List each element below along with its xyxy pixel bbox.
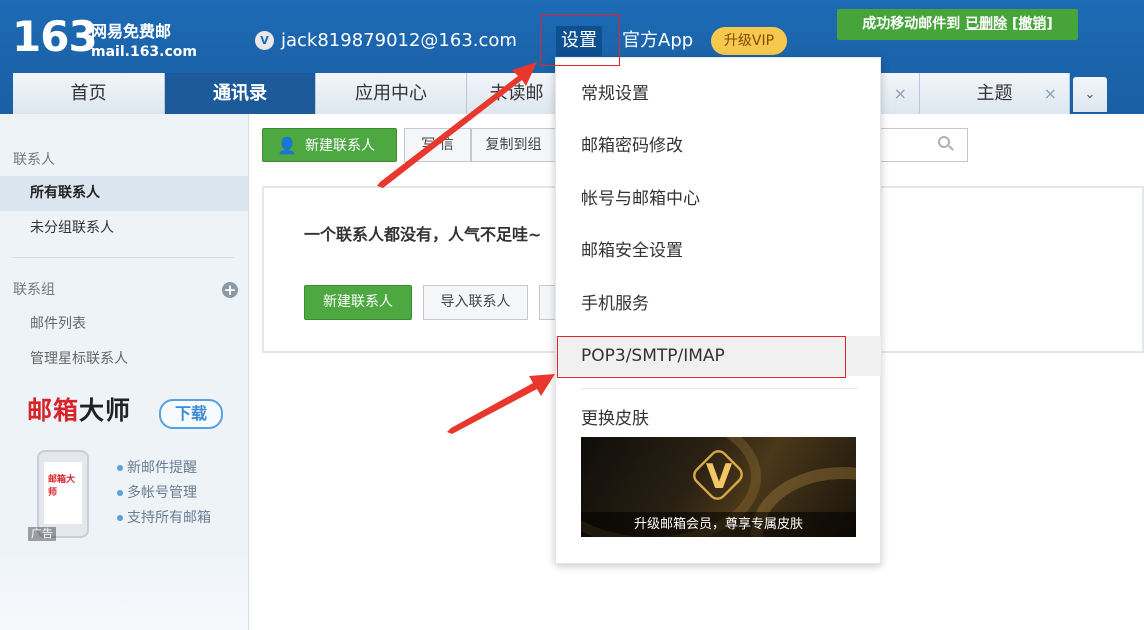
move-success-toast: 成功移动邮件到 已删除 [撤销] bbox=[837, 9, 1078, 40]
add-group-icon[interactable]: + bbox=[222, 282, 238, 298]
chevron-down-icon[interactable]: ⌄ bbox=[504, 31, 514, 51]
ad-tag: 广告 bbox=[28, 527, 56, 541]
logo-domain: mail.163.com bbox=[91, 44, 197, 60]
promo-feature-text: 新邮件提醒 bbox=[127, 460, 197, 476]
sidebar-divider bbox=[12, 257, 234, 258]
tab-expand-icon[interactable]: ⌄ bbox=[1073, 77, 1107, 112]
promo-cloud-decoration bbox=[0, 550, 248, 630]
vip-level-icon: V bbox=[255, 31, 274, 50]
tab-label: 未读邮 bbox=[489, 83, 544, 104]
empty-new-contact-button[interactable]: 新建联系人 bbox=[304, 285, 412, 320]
account-email[interactable]: jack819879012@163.com bbox=[281, 29, 517, 53]
write-mail-button[interactable]: 写 信 bbox=[404, 128, 471, 162]
promo-title-red: 邮箱 bbox=[27, 396, 80, 425]
sidebar-contacts-heading: 联系人 bbox=[13, 152, 55, 168]
sidebar-groups-heading: 联系组 bbox=[13, 282, 55, 298]
phone-illustration: 邮箱大师 bbox=[37, 450, 89, 538]
new-contact-button[interactable]: 👤 新建联系人 bbox=[262, 128, 397, 162]
sidebar-item-all-contacts[interactable]: 所有联系人 bbox=[0, 176, 248, 211]
skin-banner[interactable]: V 升级邮箱会员，尊享专属皮肤 bbox=[581, 437, 856, 537]
promo-feature: 支持所有邮箱 bbox=[117, 508, 211, 528]
annotation-box-settings bbox=[540, 14, 620, 66]
tab-app-center[interactable]: 应用中心 bbox=[316, 73, 467, 114]
dropdown-divider bbox=[581, 388, 857, 389]
arrow-to-pop3 bbox=[447, 374, 555, 434]
tab-label: 主题 bbox=[976, 83, 1013, 104]
sidebar-item-starred[interactable]: 管理星标联系人 bbox=[0, 342, 248, 377]
promo-download-button[interactable]: 下载 bbox=[159, 399, 223, 429]
new-contact-label: 新建联系人 bbox=[305, 138, 375, 154]
vip-v-icon: V bbox=[705, 457, 733, 497]
copy-to-group-button[interactable]: 复制到组 bbox=[471, 128, 556, 162]
tab-label: 首页 bbox=[70, 83, 107, 104]
tab-hidden[interactable]: × bbox=[880, 73, 920, 114]
import-contacts-button[interactable]: 导入联系人 bbox=[423, 285, 528, 320]
tab-label: 应用中心 bbox=[355, 83, 427, 104]
logo-163[interactable]: 163 bbox=[12, 14, 98, 60]
menu-item-change-password[interactable]: 邮箱密码修改 bbox=[581, 134, 683, 158]
logo-brand-name: 网易免费邮 bbox=[91, 22, 172, 41]
menu-item-general-settings[interactable]: 常规设置 bbox=[581, 82, 649, 106]
sidebar-item-mail-list[interactable]: 邮件列表 bbox=[0, 307, 248, 342]
skin-banner-caption: 升级邮箱会员，尊享专属皮肤 bbox=[581, 512, 856, 537]
close-icon[interactable]: × bbox=[894, 73, 907, 114]
toast-folder-link[interactable]: 已删除 bbox=[965, 16, 1007, 32]
phone-app-logo: 邮箱大师 bbox=[48, 475, 76, 498]
tab-label: 通讯录 bbox=[213, 83, 267, 104]
menu-item-account-center[interactable]: 帐号与邮箱中心 bbox=[581, 187, 700, 211]
promo-feature-text: 支持所有邮箱 bbox=[127, 510, 211, 526]
menu-item-change-skin[interactable]: 更换皮肤 bbox=[581, 407, 649, 431]
left-sidebar: 联系人 所有联系人 未分组联系人 联系组 + 邮件列表 管理星标联系人 邮箱大师… bbox=[0, 114, 249, 630]
promo-title-black: 大师 bbox=[79, 396, 132, 425]
toast-undo-link[interactable]: [撤销] bbox=[1012, 16, 1053, 32]
official-app-link[interactable]: 官方App bbox=[622, 29, 693, 53]
tab-home[interactable]: 首页 bbox=[13, 73, 165, 114]
menu-item-mobile-service[interactable]: 手机服务 bbox=[581, 292, 649, 316]
upgrade-vip-button[interactable]: 升级VIP bbox=[711, 27, 787, 55]
phone-screen: 邮箱大师 bbox=[44, 462, 82, 524]
tab-contacts[interactable]: 通讯录 bbox=[165, 73, 316, 114]
menu-item-security-settings[interactable]: 邮箱安全设置 bbox=[581, 239, 683, 263]
promo-title[interactable]: 邮箱大师 bbox=[27, 395, 131, 427]
promo-feature: 新邮件提醒 bbox=[117, 458, 197, 478]
sidebar-item-ungrouped[interactable]: 未分组联系人 bbox=[0, 211, 248, 246]
annotation-box-pop3 bbox=[557, 336, 846, 378]
tab-theme[interactable]: 主题 × bbox=[920, 73, 1070, 114]
promo-feature: 多帐号管理 bbox=[117, 483, 197, 503]
promo-feature-text: 多帐号管理 bbox=[127, 485, 197, 501]
add-user-icon: 👤 bbox=[277, 136, 297, 155]
empty-state-message: 一个联系人都没有，人气不足哇~ bbox=[304, 225, 542, 244]
toast-text: 成功移动邮件到 bbox=[862, 16, 961, 32]
tab-unread[interactable]: 未读邮 bbox=[467, 73, 567, 114]
close-icon[interactable]: × bbox=[1044, 73, 1057, 114]
